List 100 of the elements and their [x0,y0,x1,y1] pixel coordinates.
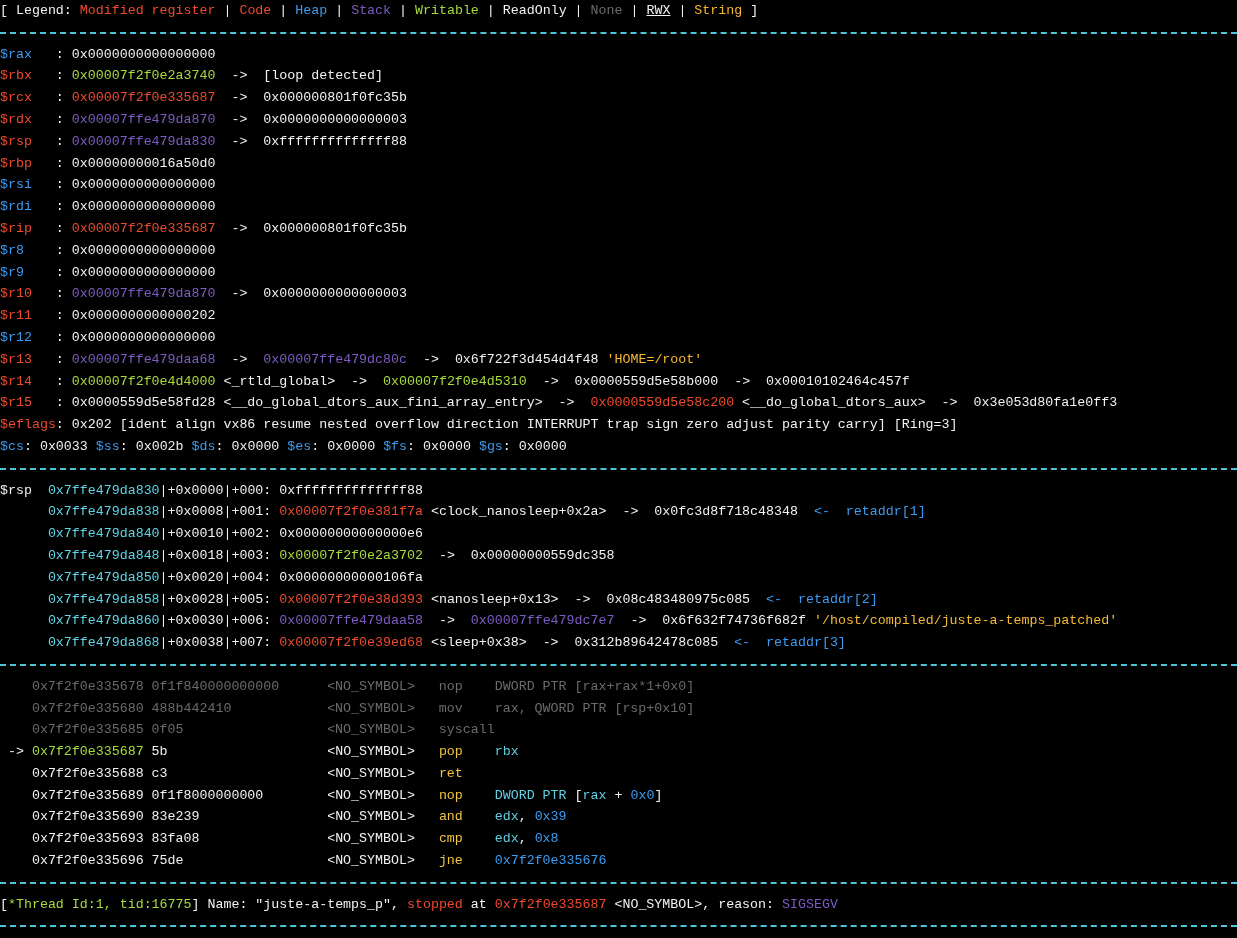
terminal-text: : 0x0000 [407,438,472,454]
terminal-text: 0x00007f2f0e381f7a [279,504,423,520]
terminal-text: 0x7f2f0e335678 0f1f840000000000 <NO_SYMBOL> nop DWORD PTR [rax+rax*1+0x0] [31,678,695,694]
terminal-text: $rcx [0,90,32,106]
terminal-text: edx [494,809,519,825]
terminal-text: 0x7f2f0e335687 [31,744,144,760]
terminal-text: Modified register [79,3,216,18]
terminal-text: -> 0x000000801f0fc35b [230,220,407,236]
terminal-text: , [518,831,528,847]
terminal-text: 0x7f2f0e335685 0f05 <NO_SYMBOL> syscall [31,722,495,738]
terminal-text: <nanosleep+0x13> -> 0x08c483480975c085 [429,591,752,607]
terminal-text: 0x00007f2f0e335687 [71,220,216,236]
terminal-text: : [54,351,65,367]
terminal-text: pop [438,743,464,762]
terminal-text: : 0x0000000000000000 [54,199,216,215]
terminal-text: $r8 [0,242,24,258]
terminal-text: [ [573,787,583,803]
terminal-text: 0x00007ffe479da870 [71,286,216,302]
terminal-text: | [629,3,640,18]
terminal-text: $r12 [0,329,32,345]
terminal-text: : [54,112,65,127]
terminal-text: : 0x0000 [311,438,377,454]
terminal-text: $gs [478,438,503,454]
terminal-text: ] [749,3,759,18]
terminal-text: 0x7f2f0e335696 75de <NO_SYMBOL> [30,853,416,869]
terminal-text: 0x7ffe479da860 [47,613,160,629]
terminal-text: 0x00007f2f0e2a3740 [71,68,216,84]
terminal-text: + [613,787,624,803]
terminal-text: : [54,220,65,236]
terminal-text: 0x00007ffe479dc7e7 [470,613,615,629]
terminal-text: | [677,3,688,18]
terminal-text: jne [438,852,464,871]
terminal-text: 0x7f2f0e335680 488b442410 <NO_SYMBOL> mov rax, QWORD PTR [rsp+0x10] [31,700,695,716]
terminal-text: $r9 [0,264,24,280]
terminal-text: Writable [415,3,479,18]
terminal-text: SIGSEGV [782,896,838,912]
terminal-text: 0x00007ffe479da870 [71,112,216,127]
terminal-text: : 0x0000000000000000 [54,264,216,280]
terminal-text: 0x7ffe479da830 [47,482,160,498]
terminal-text: 0x00007f2f0e335687 [71,90,216,106]
terminal-text: | [278,3,289,18]
terminal-text: 0x7f2f0e335690 83e239 <NO_SYMBOL> [30,809,416,825]
terminal-text: -> [437,613,456,629]
terminal-text: $r13 [0,351,32,367]
terminal-text: rax [582,787,607,803]
terminal-text: $r11 [0,308,32,324]
terminal-text: 0x00007f2f0e39ed68 [279,635,423,651]
terminal-text: '/host/compiled/juste-a-temps_patched' [813,613,1118,629]
terminal-text: $cs [0,438,24,454]
terminal-text: | [334,3,345,18]
terminal-text: <- retaddr[3] [734,635,846,651]
terminal-text: rbx [494,744,519,760]
terminal-text: -> 0x0000559d5e58b000 -> 0x00010102464c457f [541,373,910,389]
terminal-text: -> [loop detected] [230,68,384,84]
terminal-text: : 0x0000559d5e58fd28 <__do_global_dtors_aux_fini_array_entry> -> [54,395,576,411]
terminal-text: 0x7ffe479da838 [47,504,160,520]
terminal-text: : 0x002b [119,438,185,454]
terminal-text: |+0x0010|+002: 0x00000000000000e6 [159,526,423,542]
terminal-text: $es [287,438,312,454]
terminal-text: |+0x0028|+005: [159,591,273,607]
terminal-text: | [398,3,409,18]
terminal-text: 0x00007ffe479daa58 [279,613,423,629]
terminal-text: stopped [406,896,463,912]
terminal-text: |+0x0018|+003: [159,547,273,563]
terminal-text: 0x7ffe479da840 [47,526,160,542]
terminal-text: <clock_nanosleep+0x2a> -> 0x0fc3d8f718c48348 [429,504,799,520]
terminal-text: $rsi [0,177,32,193]
terminal-text: $rsp [0,482,33,498]
terminal-text: *Thread Id:1, tid:16775 [8,896,192,912]
terminal-text: : 0x0000000000000000 [54,46,216,62]
terminal-text: 5b <NO_SYMBOL> [150,744,416,760]
terminal-text: 0x00007ffe479dc80c [263,351,407,367]
terminal-text: DWORD PTR [494,787,567,803]
terminal-text: : 0x0000000000000202 [54,308,216,324]
terminal-text: |+0x0020|+004: 0x00000000000106fa [159,569,423,585]
terminal-text: 0x00007f2f0e4d4000 [71,373,216,389]
terminal-text: 0x8 [534,831,559,847]
terminal-text: 0x00007f2f0e4d5310 [383,373,527,389]
terminal-text: $rdx [0,112,32,127]
terminal-text: Code [239,3,272,18]
terminal-text: $eflags [0,417,56,433]
terminal-text: 0x7f2f0e335688 c3 <NO_SYMBOL> [30,765,416,781]
terminal-text: $r15 [0,395,32,411]
terminal-text: : 0x0033 [23,438,89,454]
terminal-text: ] [654,787,663,803]
terminal-text: $rdi [0,199,32,215]
terminal-text: <__do_global_dtors_aux> -> 0x3e053d80fa1e0ff3 [741,395,1118,411]
terminal-text: -> 0x000000801f0fc35b [230,90,407,106]
terminal-text: |+0x0000|+000: 0xffffffffffffff88 [159,482,423,498]
terminal-text: None [590,3,623,18]
terminal-text: 'HOME=/root' [606,351,703,367]
terminal-text: 0x0 [630,787,655,803]
terminal-text: $rbp [0,155,32,171]
terminal-text: 0x0000559d5e58c200 [590,395,735,411]
terminal-text: $ds [191,438,216,454]
terminal-text: , [518,809,528,825]
terminal-text: |+0x0008|+001: [159,504,273,520]
terminal-text: : 0x0000 [502,438,567,454]
terminal-text: : [54,373,65,389]
terminal-text: $r14 [0,373,32,389]
